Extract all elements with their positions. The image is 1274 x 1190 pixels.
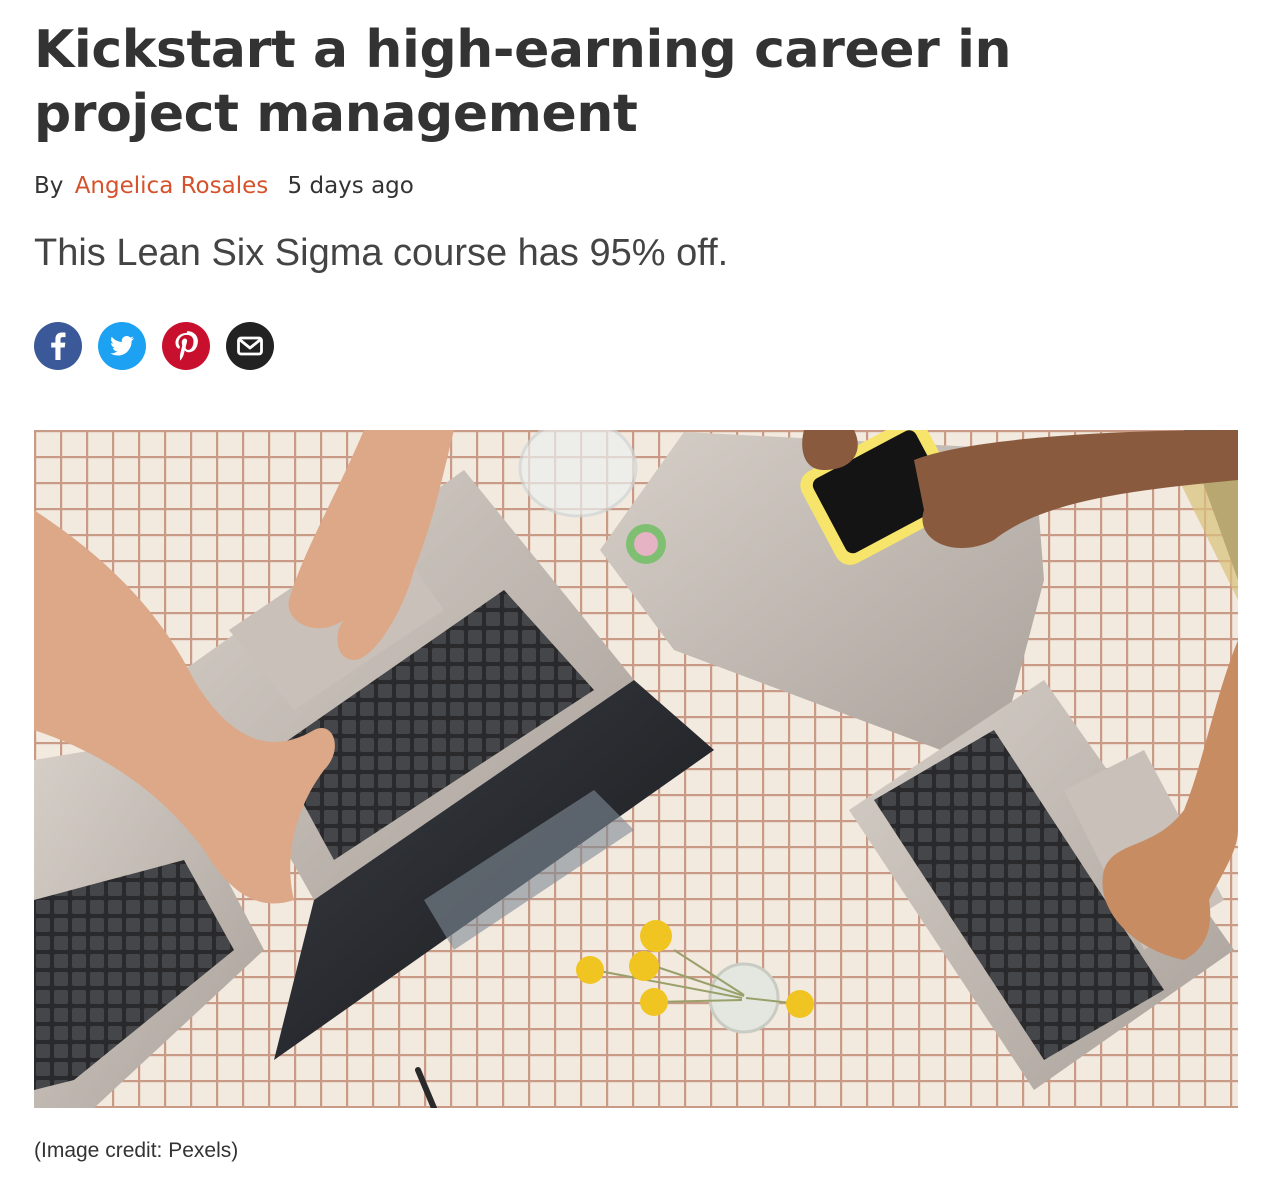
pinterest-icon bbox=[175, 331, 198, 361]
credit-open-paren: ( bbox=[34, 1139, 41, 1162]
image-credit: (Image credit: Pexels) bbox=[34, 1136, 238, 1166]
twitter-icon bbox=[110, 336, 135, 356]
byline: By Angelica Rosales 5 days ago bbox=[34, 170, 414, 202]
author-link[interactable]: Angelica Rosales bbox=[75, 173, 269, 199]
credit-text: Image credit: Pexels bbox=[41, 1139, 232, 1162]
facebook-icon bbox=[51, 332, 66, 360]
credit-close-paren: ) bbox=[231, 1139, 239, 1162]
share-email-button[interactable] bbox=[226, 322, 274, 370]
share-pinterest-button[interactable] bbox=[162, 322, 210, 370]
article-strapline: This Lean Six Sigma course has 95% off. bbox=[34, 232, 729, 274]
publish-date: 5 days ago bbox=[287, 173, 414, 199]
article-title: Kickstart a high-earning career in proje… bbox=[34, 20, 1012, 144]
share-bar bbox=[34, 322, 274, 370]
share-twitter-button[interactable] bbox=[98, 322, 146, 370]
share-facebook-button[interactable] bbox=[34, 322, 82, 370]
byline-prefix: By bbox=[34, 173, 64, 199]
hero-photo-laptops bbox=[34, 430, 1238, 1108]
email-icon bbox=[237, 336, 263, 356]
hero-image bbox=[34, 430, 1238, 1108]
